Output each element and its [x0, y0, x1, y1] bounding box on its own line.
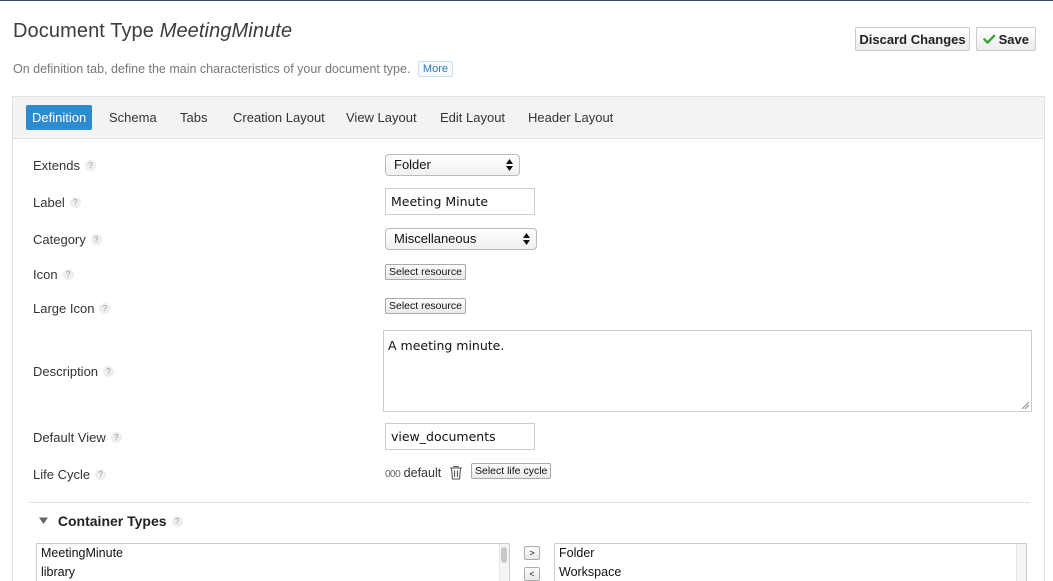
- description-textarea[interactable]: A meeting minute.: [383, 330, 1032, 412]
- life-cycle-value: 000 default: [385, 466, 441, 480]
- label-label-text: Label: [33, 195, 65, 210]
- tab-definition[interactable]: Definition: [26, 105, 93, 130]
- subtitle-text: On definition tab, define the main chara…: [13, 62, 411, 76]
- resize-grip-icon[interactable]: [1021, 401, 1029, 409]
- more-link[interactable]: More: [417, 61, 453, 77]
- section-divider: [29, 502, 1030, 503]
- category-select-value: Miscellaneous: [394, 231, 477, 246]
- help-icon[interactable]: ?: [99, 303, 111, 314]
- icon-label: Icon?: [33, 267, 74, 282]
- page-subtitle: On definition tab, define the main chara…: [13, 61, 453, 77]
- container-types-header[interactable]: Container Types?: [39, 513, 183, 529]
- tab-header-layout[interactable]: Header Layout: [522, 105, 619, 130]
- category-label-text: Category: [33, 232, 86, 247]
- container-types-title: Container Types: [57, 513, 167, 529]
- tab-schema[interactable]: Schema: [103, 105, 163, 130]
- definition-panel: Definition Schema Tabs Creation Layout V…: [12, 96, 1045, 581]
- selected-types-list[interactable]: Folder Workspace: [554, 543, 1027, 581]
- tab-creation-layout[interactable]: Creation Layout: [227, 105, 331, 130]
- category-label: Category?: [33, 232, 102, 247]
- label-input[interactable]: Meeting Minute: [385, 188, 535, 215]
- default-view-input[interactable]: view_documents: [385, 423, 535, 450]
- list-item[interactable]: Folder: [555, 544, 1026, 563]
- tab-view-layout[interactable]: View Layout: [340, 105, 423, 130]
- select-life-cycle-button[interactable]: Select life cycle: [471, 463, 552, 479]
- default-view-label: Default View?: [33, 430, 122, 445]
- extends-label-text: Extends: [33, 158, 80, 173]
- label-label: Label?: [33, 195, 81, 210]
- add-type-button[interactable]: >: [524, 546, 540, 560]
- description-label: Description?: [33, 364, 115, 379]
- life-cycle-label-text: Life Cycle: [33, 467, 91, 482]
- remove-type-button[interactable]: <: [524, 567, 540, 581]
- help-icon[interactable]: ?: [171, 516, 183, 527]
- save-button[interactable]: Save: [976, 27, 1036, 51]
- select-arrows-icon: [506, 159, 513, 171]
- extends-label: Extends?: [33, 158, 96, 173]
- extends-select[interactable]: Folder: [385, 154, 520, 176]
- description-label-text: Description: [33, 364, 99, 379]
- page-title-prefix: Document Type: [13, 20, 155, 42]
- collapse-triangle-icon: [39, 517, 48, 524]
- list-item[interactable]: library: [37, 563, 509, 581]
- trash-icon[interactable]: [449, 465, 463, 480]
- list-item[interactable]: MeetingMinute: [37, 544, 509, 563]
- page-title-doc-type: MeetingMinute: [159, 20, 293, 42]
- scrollbar[interactable]: [1016, 544, 1026, 581]
- large-icon-select-resource-button[interactable]: Select resource: [385, 298, 466, 314]
- help-icon[interactable]: ?: [110, 432, 122, 443]
- page-title: Document Type MeetingMinute: [13, 20, 292, 43]
- help-icon[interactable]: ?: [69, 197, 81, 208]
- description-text: A meeting minute.: [388, 338, 505, 353]
- large-icon-label-text: Large Icon: [33, 301, 95, 316]
- extends-select-value: Folder: [394, 157, 431, 172]
- scrollbar-thumb[interactable]: [501, 547, 507, 563]
- page-header: Document Type MeetingMinute On definitio…: [0, 1, 1053, 96]
- life-cycle-name: default: [403, 466, 442, 480]
- help-icon[interactable]: ?: [103, 366, 115, 377]
- large-icon-label: Large Icon?: [33, 301, 111, 316]
- scrollbar[interactable]: [499, 544, 509, 581]
- save-button-label: Save: [998, 31, 1029, 47]
- help-icon[interactable]: ?: [84, 160, 96, 171]
- check-icon: [983, 34, 996, 44]
- category-select[interactable]: Miscellaneous: [385, 228, 537, 250]
- tab-tabs[interactable]: Tabs: [174, 105, 213, 130]
- default-view-label-text: Default View: [33, 430, 106, 445]
- life-cycle-label: Life Cycle?: [33, 467, 107, 482]
- tab-edit-layout[interactable]: Edit Layout: [434, 105, 511, 130]
- help-icon[interactable]: ?: [95, 469, 107, 480]
- icon-label-text: Icon: [33, 267, 58, 282]
- list-item[interactable]: Workspace: [555, 563, 1026, 581]
- tab-bar: Definition Schema Tabs Creation Layout V…: [13, 97, 1044, 139]
- discard-changes-button[interactable]: Discard Changes: [855, 27, 970, 51]
- select-arrows-icon: [523, 233, 530, 245]
- help-icon[interactable]: ?: [62, 269, 74, 280]
- icon-select-resource-button[interactable]: Select resource: [385, 264, 466, 280]
- help-icon[interactable]: ?: [90, 234, 102, 245]
- life-cycle-zeros: 000: [385, 469, 401, 480]
- available-types-list[interactable]: MeetingMinute library: [36, 543, 510, 581]
